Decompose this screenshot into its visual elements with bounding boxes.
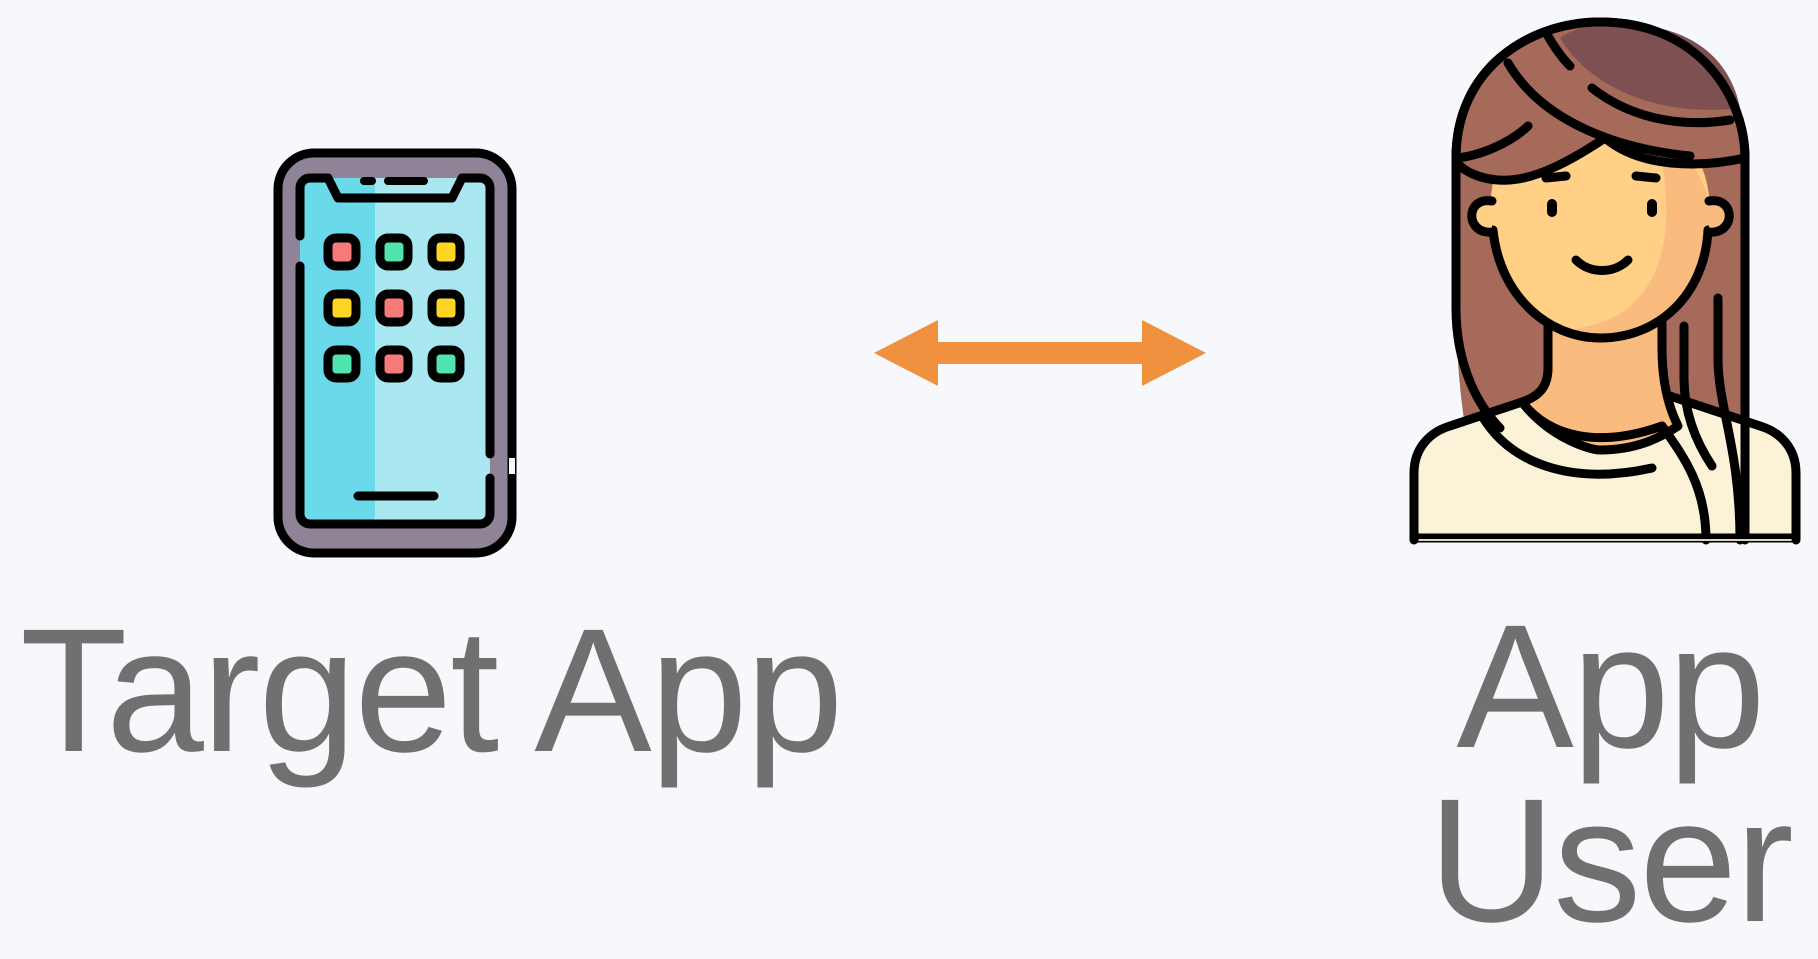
double-headed-arrow-icon — [874, 320, 1206, 386]
target-app-label: Target App — [20, 593, 844, 789]
app-user-label: App User — [1428, 589, 1794, 959]
female-user-avatar-icon — [1409, 17, 1801, 545]
smartphone-icon — [273, 148, 517, 558]
diagram-canvas: Target App App User — [0, 0, 1818, 949]
